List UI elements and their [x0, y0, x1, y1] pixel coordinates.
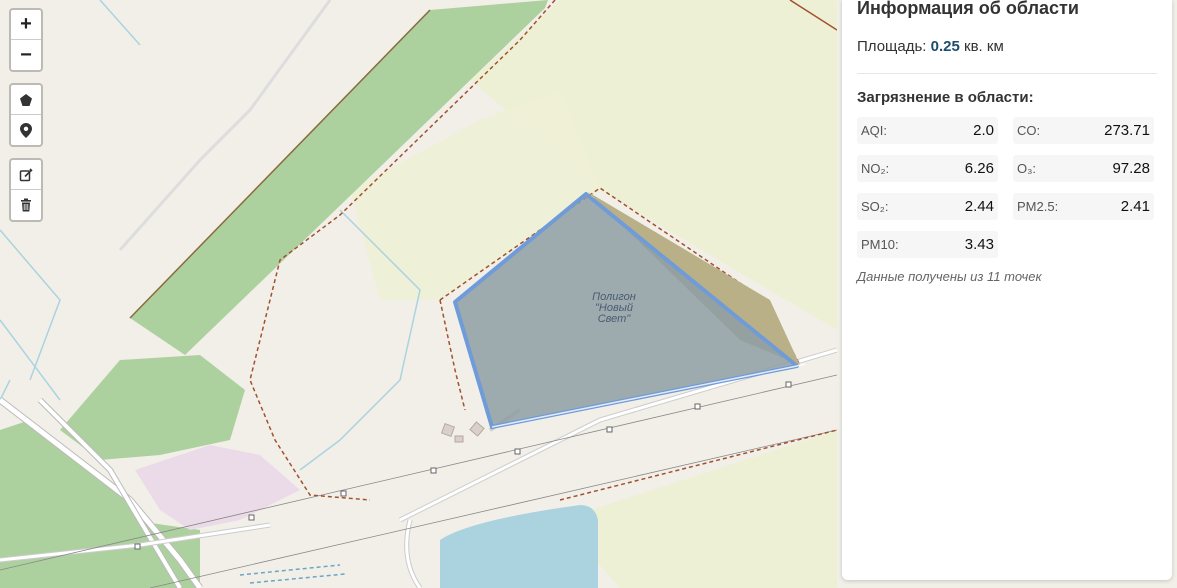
map-tiles	[0, 0, 837, 588]
metric-name: PM2.5:	[1017, 199, 1059, 214]
metric-pm10: PM10: 3.43	[857, 231, 998, 258]
metric-name: PM10:	[861, 237, 899, 252]
area-row: Площадь: 0.25 кв. км	[857, 38, 1004, 55]
zoom-out-button[interactable]: −	[11, 40, 41, 70]
panel-title: Информация об области	[857, 0, 1079, 18]
map-pin-icon	[20, 122, 32, 138]
metric-no2: NO₂: 6.26	[857, 155, 998, 182]
edit-toolbar	[9, 158, 43, 222]
delete-layers-button[interactable]	[11, 190, 41, 220]
pollution-title: Загрязнение в области:	[857, 89, 1034, 106]
trash-icon	[21, 198, 31, 212]
reservoir	[440, 505, 598, 588]
metric-co: CO: 273.71	[1013, 117, 1154, 144]
metric-name: SO₂:	[861, 199, 889, 214]
metric-pm25: PM2.5: 2.41	[1013, 193, 1154, 220]
metric-value: 2.44	[964, 198, 994, 215]
data-source-note: Данные получены из 11 точек	[857, 269, 1042, 284]
wetland	[239, 564, 346, 584]
pentagon-icon	[20, 93, 32, 106]
metric-aqi: AQI: 2.0	[857, 117, 998, 144]
metric-so2: SO₂: 2.44	[857, 193, 998, 220]
metric-o3: O₃: 97.28	[1013, 155, 1154, 182]
zoom-in-button[interactable]: +	[11, 10, 41, 40]
metric-name: NO₂:	[861, 161, 890, 176]
polygon-label-line: Свет"	[597, 313, 631, 325]
map-view[interactable]: Полигон "Новый Свет" + −	[0, 0, 837, 588]
metric-name: O₃:	[1017, 161, 1037, 176]
metric-value: 2.0	[973, 122, 994, 139]
draw-toolbar	[9, 83, 43, 147]
metric-value: 97.28	[1112, 160, 1150, 177]
area-info-panel: Информация об области Площадь: 0.25 кв. …	[842, 0, 1172, 580]
area-value: 0.25	[930, 38, 960, 55]
buildings	[440, 421, 485, 443]
metric-value: 6.26	[964, 160, 994, 177]
divider	[857, 73, 1157, 74]
metric-name: CO:	[1017, 123, 1041, 138]
industrial-area	[135, 445, 300, 530]
metric-value: 2.41	[1120, 198, 1150, 215]
area-label: Площадь:	[857, 38, 927, 55]
area-unit: кв. км	[964, 38, 1004, 55]
metric-value: 3.43	[964, 236, 994, 253]
edit-icon	[19, 167, 33, 181]
metric-value: 273.71	[1104, 122, 1150, 139]
zoom-control: + −	[9, 8, 43, 72]
farmland-area-3	[560, 430, 837, 588]
polygon-label: Полигон "Новый Свет"	[575, 292, 653, 325]
draw-polygon-button[interactable]	[11, 85, 41, 115]
edit-layers-button[interactable]	[11, 160, 41, 190]
metric-name: AQI:	[861, 123, 888, 138]
draw-marker-button[interactable]	[11, 115, 41, 145]
